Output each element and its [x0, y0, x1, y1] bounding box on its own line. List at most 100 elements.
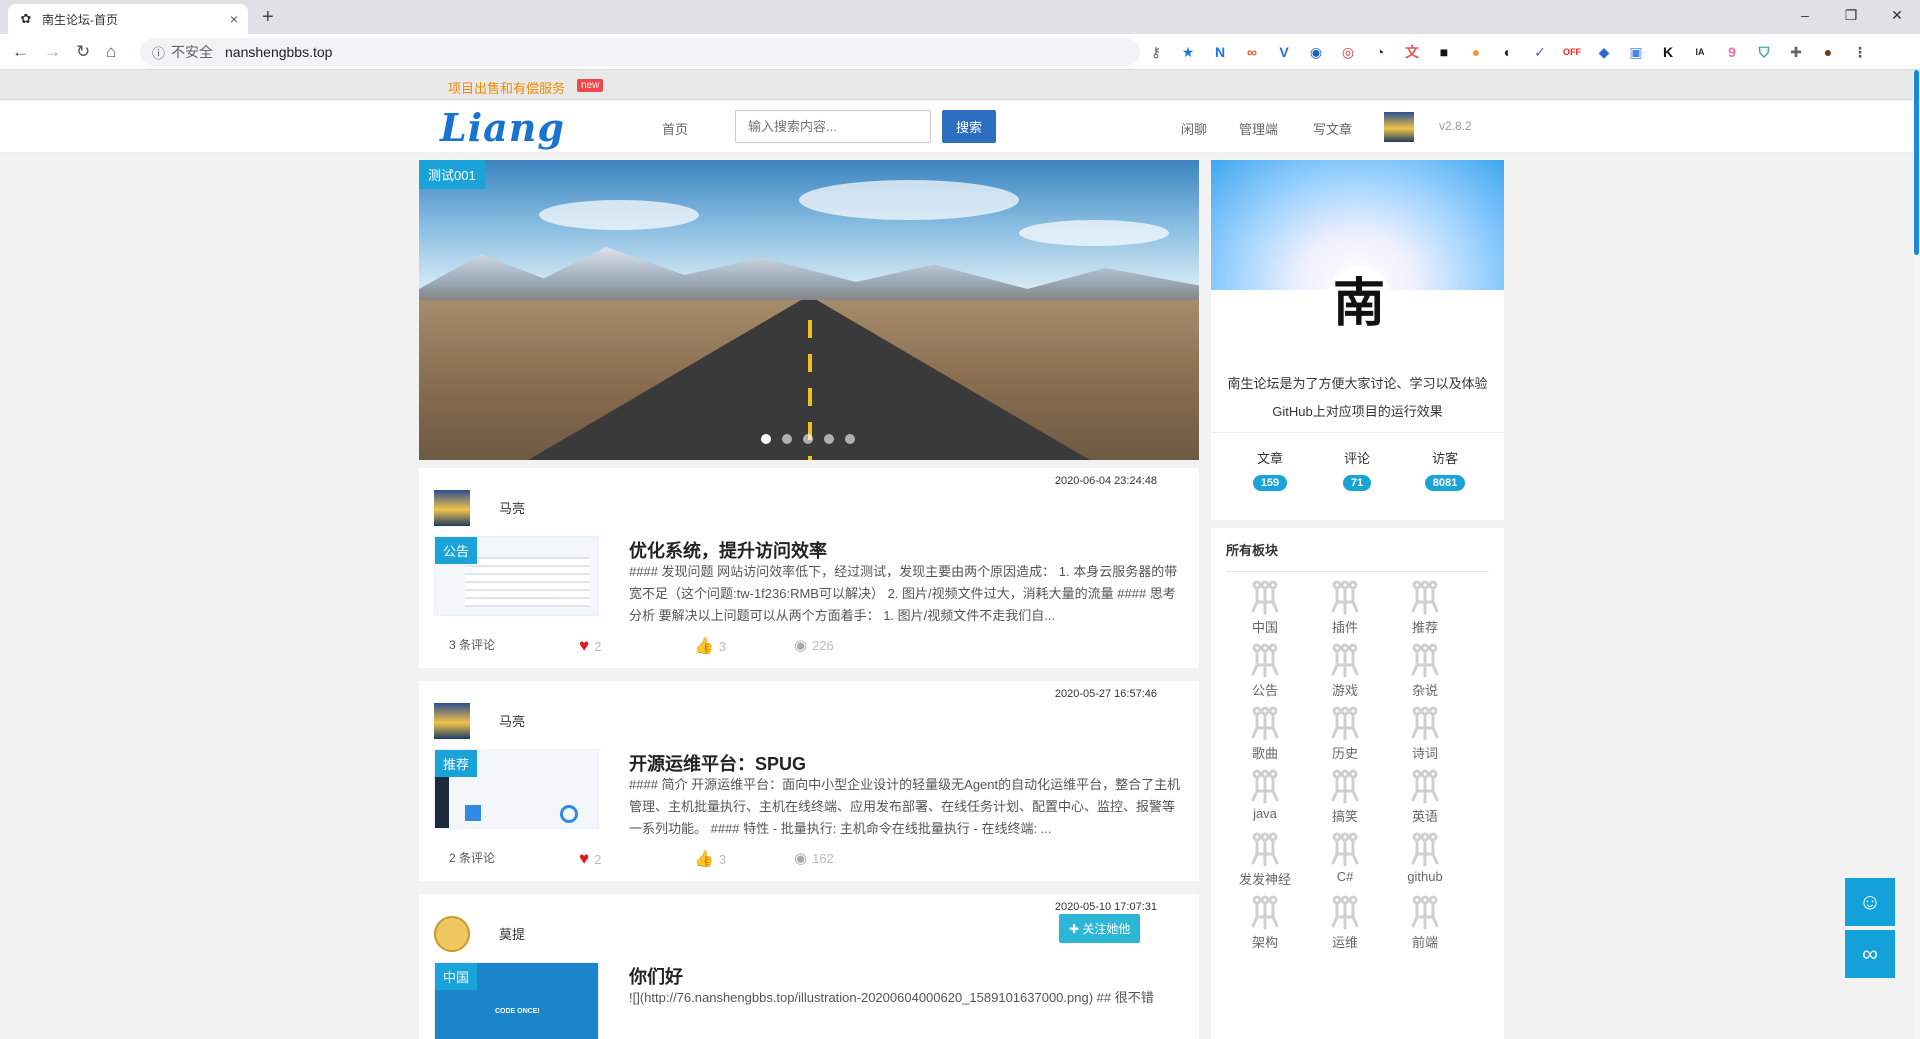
key-icon[interactable]: ⚷ — [1145, 42, 1167, 62]
board-item[interactable]: C# — [1305, 832, 1385, 884]
post-category-tag[interactable]: 公告 — [435, 537, 478, 564]
banner-carousel[interactable]: 测试001 — [419, 160, 1199, 460]
stat-comments[interactable]: 评论 71 — [1317, 448, 1397, 491]
close-window-button[interactable]: ✕ — [1874, 0, 1920, 34]
chrome-extension-icon[interactable]: ● — [1465, 42, 1487, 62]
promo-link[interactable]: 项目出售和有偿服务 — [448, 78, 565, 97]
v-extension-icon[interactable]: V — [1273, 42, 1295, 62]
shield-color-extension-icon[interactable]: ⛉ — [1753, 42, 1775, 62]
site-logo[interactable]: Liang — [440, 105, 565, 150]
board-item[interactable]: 公告 — [1225, 643, 1305, 699]
info-icon[interactable]: ⓘ — [152, 43, 165, 62]
post-author[interactable]: 马亮 — [499, 498, 525, 517]
home-icon[interactable]: ⌂ — [106, 42, 116, 62]
author-avatar[interactable] — [434, 703, 470, 739]
tab-close-icon[interactable]: × — [230, 11, 238, 27]
thumbs-up-icon[interactable]: 👍 — [694, 636, 714, 656]
board-item[interactable]: java — [1225, 769, 1305, 821]
carousel-tag[interactable]: 测试001 — [419, 160, 485, 189]
scrollbar-thumb[interactable] — [1914, 70, 1919, 255]
bookmark-star-icon[interactable]: ★ — [1177, 42, 1199, 62]
author-avatar[interactable] — [434, 916, 470, 952]
infinity-extension-icon[interactable]: ∞ — [1241, 42, 1263, 62]
extensions-puzzle-icon[interactable]: ✚ — [1785, 42, 1807, 62]
carousel-dot[interactable] — [845, 434, 855, 444]
search-button[interactable]: 搜索 — [942, 110, 996, 143]
nav-home[interactable]: 首页 — [662, 119, 688, 138]
board-item[interactable]: 历史 — [1305, 706, 1385, 762]
board-item[interactable]: 插件 — [1305, 580, 1385, 636]
carousel-dot[interactable] — [782, 434, 792, 444]
puzzle-blue-extension-icon[interactable]: ▣ — [1625, 42, 1647, 62]
new-extension-icon[interactable]: N — [1209, 42, 1231, 62]
comment-count[interactable]: 3 条评论 — [449, 636, 495, 653]
shield-extension-icon[interactable]: ✓ — [1529, 42, 1551, 62]
gauge-extension-icon[interactable]: ◔ — [1369, 42, 1391, 62]
board-item[interactable]: 诗词 — [1385, 706, 1465, 762]
loop-button[interactable]: ∞ — [1845, 930, 1895, 978]
cube-extension-icon[interactable]: ◆ — [1593, 42, 1615, 62]
chat-bot-button[interactable]: ☺ — [1845, 878, 1895, 926]
ia-extension-icon[interactable]: IA — [1689, 42, 1711, 62]
carousel-dot[interactable] — [824, 434, 834, 444]
k-extension-icon[interactable]: K — [1657, 42, 1679, 62]
off-extension-icon[interactable]: OFF — [1561, 42, 1583, 62]
board-item[interactable]: 架构 — [1225, 895, 1305, 951]
address-url[interactable]: nanshengbbs.top — [225, 44, 332, 60]
post-card[interactable]: 2020-06-04 23:24:48 马亮 公告 优化系统，提升访问效率 ##… — [419, 468, 1199, 668]
heart-icon[interactable]: ♥ — [579, 849, 589, 869]
carousel-dot[interactable] — [803, 434, 813, 444]
user-avatar[interactable] — [1384, 112, 1414, 142]
nav-write-article[interactable]: 写文章 — [1313, 119, 1352, 138]
maximize-button[interactable]: ❐ — [1828, 0, 1874, 34]
post-category-tag[interactable]: 推荐 — [435, 750, 478, 777]
translate-extension-icon[interactable]: 文 — [1401, 42, 1423, 62]
thumbs-up-icon[interactable]: 👍 — [694, 849, 714, 869]
back-arrow-icon[interactable]: ← — [12, 42, 29, 62]
nav-chat[interactable]: 闲聊 — [1181, 119, 1207, 138]
follow-button[interactable]: ✚ 关注她他 — [1059, 914, 1141, 943]
post-title[interactable]: 优化系统，提升访问效率 — [629, 537, 827, 563]
board-item[interactable]: 运维 — [1305, 895, 1385, 951]
target-extension-icon[interactable]: ◎ — [1337, 42, 1359, 62]
profile-avatar-icon[interactable]: ● — [1817, 42, 1839, 62]
post-thumbnail[interactable]: CODE ONCE! 中国 — [434, 962, 599, 1039]
post-author[interactable]: 马亮 — [499, 711, 525, 730]
dark-extension-icon[interactable]: ◐ — [1497, 42, 1519, 62]
board-item[interactable]: 搞笑 — [1305, 769, 1385, 825]
cat-extension-icon[interactable]: 9 — [1721, 42, 1743, 62]
board-item[interactable]: 歌曲 — [1225, 706, 1305, 762]
menu-kebab-icon[interactable]: ⋮ — [1849, 42, 1871, 62]
post-title[interactable]: 你们好 — [629, 963, 683, 989]
board-item[interactable]: 游戏 — [1305, 643, 1385, 699]
stat-visitors[interactable]: 访客 8081 — [1405, 448, 1485, 491]
reload-icon[interactable]: ↻ — [76, 42, 90, 62]
address-bar[interactable]: ⓘ 不安全 nanshengbbs.top — [140, 38, 1140, 66]
board-item[interactable]: 推荐 — [1385, 580, 1465, 636]
board-item[interactable]: 中国 — [1225, 580, 1305, 636]
heart-icon[interactable]: ♥ — [579, 636, 589, 656]
square-extension-icon[interactable]: ■ — [1433, 42, 1455, 62]
board-item[interactable]: 发发神经 — [1225, 832, 1305, 888]
post-category-tag[interactable]: 中国 — [435, 963, 478, 990]
post-thumbnail[interactable]: 推荐 — [434, 749, 599, 829]
search-input[interactable] — [735, 110, 931, 143]
board-item[interactable]: 前端 — [1385, 895, 1465, 951]
comment-count[interactable]: 2 条评论 — [449, 849, 495, 866]
minimize-button[interactable]: – — [1782, 0, 1828, 34]
author-avatar[interactable] — [434, 490, 470, 526]
board-item[interactable]: 杂说 — [1385, 643, 1465, 699]
new-tab-button[interactable]: + — [262, 5, 274, 29]
board-item[interactable]: 英语 — [1385, 769, 1465, 825]
post-author[interactable]: 莫提 — [499, 924, 525, 943]
post-card[interactable]: 2020-05-10 17:07:31 莫提 ✚ 关注她他 CODE ONCE!… — [419, 894, 1199, 1039]
globe-extension-icon[interactable]: ◉ — [1305, 42, 1327, 62]
carousel-dot[interactable] — [761, 434, 771, 444]
stat-articles[interactable]: 文章 159 — [1230, 448, 1310, 491]
post-thumbnail[interactable]: 公告 — [434, 536, 599, 616]
board-item[interactable]: github — [1385, 832, 1465, 884]
forward-arrow-icon[interactable]: → — [44, 42, 61, 62]
post-card[interactable]: 2020-05-27 16:57:46 马亮 推荐 开源运维平台：SPUG ##… — [419, 681, 1199, 881]
nav-admin[interactable]: 管理端 — [1239, 119, 1278, 138]
post-title[interactable]: 开源运维平台：SPUG — [629, 750, 806, 776]
